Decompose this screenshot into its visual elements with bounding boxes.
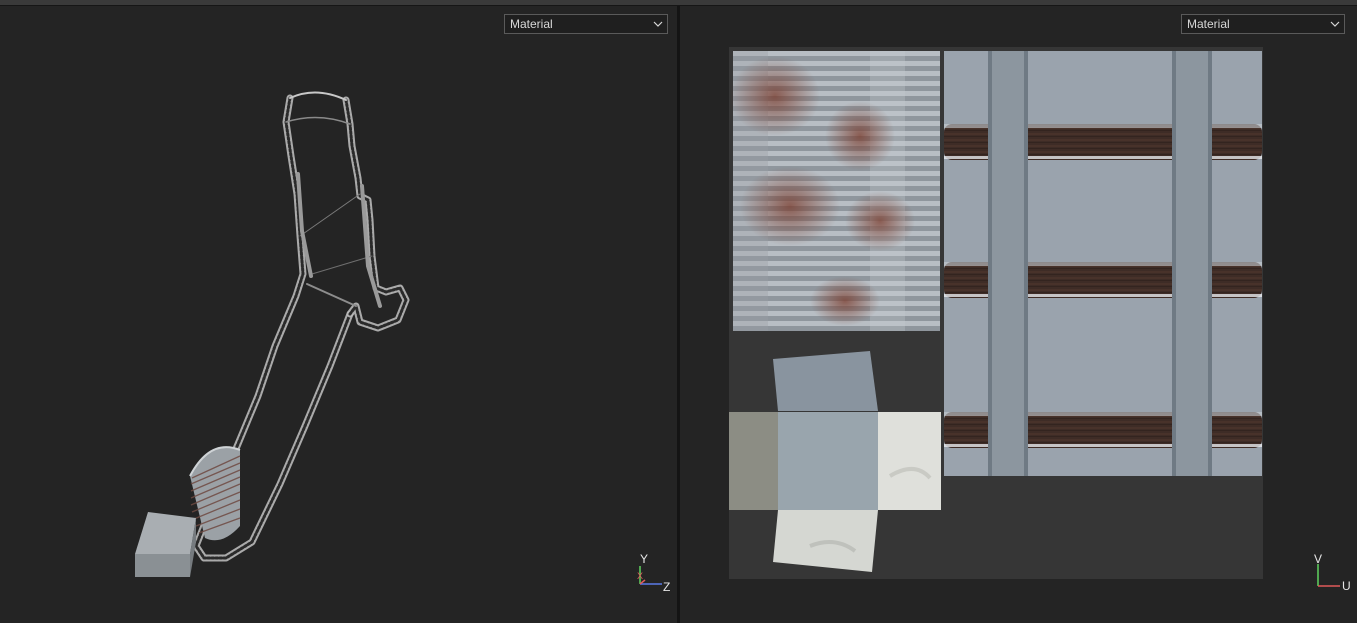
chevron-down-icon [1330,21,1340,27]
uv-axis-gizmo [1317,564,1340,587]
uv-editor-window: Material Y X Z Material V U [0,0,1357,623]
axis-x-label: X [637,571,644,581]
uv-shading-mode-value: Material [1187,17,1230,31]
3d-viewport[interactable]: Material Y X Z [0,6,677,623]
uv-shading-mode-dropdown[interactable]: Material [1181,14,1345,34]
axis-u-label: U [1342,579,1351,593]
tunnel-model [189,446,241,541]
track-texture [944,51,1262,476]
3d-scene[interactable] [0,6,677,623]
shading-mode-value: Material [510,17,553,31]
chevron-down-icon [653,21,663,27]
uv-viewport[interactable]: Material V U [680,6,1357,623]
base-block-model [135,512,196,577]
tunnel-texture [730,51,940,331]
uv-canvas[interactable] [680,6,1357,623]
axis-v-label: V [1314,552,1323,566]
axis-z-label: Z [663,580,671,594]
shading-mode-dropdown[interactable]: Material [504,14,668,34]
axis-y-label: Y [640,552,649,566]
